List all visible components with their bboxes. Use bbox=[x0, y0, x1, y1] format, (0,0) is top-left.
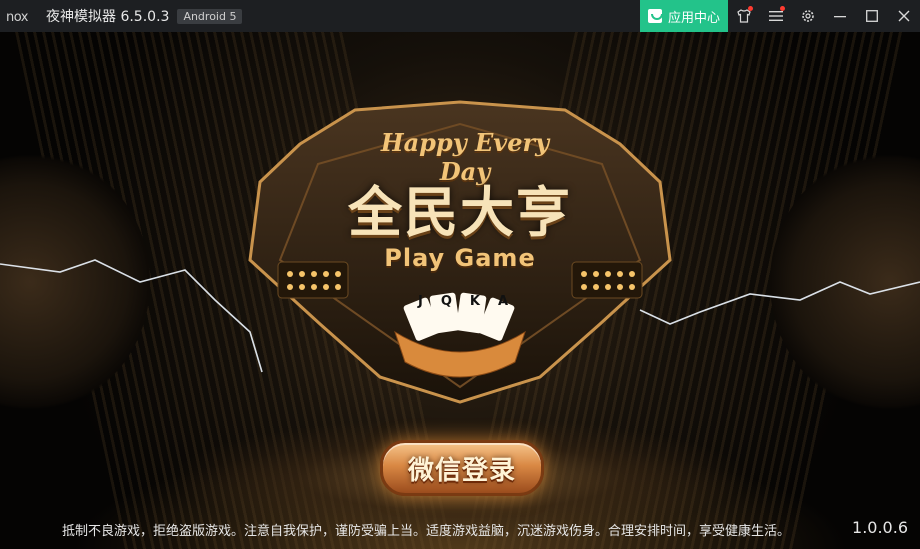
playing-card-labels: J Q K A bbox=[418, 294, 508, 309]
card-a: A bbox=[497, 294, 508, 309]
close-button[interactable] bbox=[888, 0, 920, 32]
minimize-icon bbox=[834, 16, 846, 18]
notification-dot bbox=[780, 6, 785, 11]
skin-button[interactable] bbox=[728, 0, 760, 32]
game-screen[interactable]: Happy Every Day 全民大亨 Play Game J Q K A 微… bbox=[0, 32, 920, 549]
logo-subtitle: Play Game bbox=[384, 244, 536, 272]
lightning-left bbox=[0, 259, 263, 373]
maximize-button[interactable] bbox=[856, 0, 888, 32]
close-icon bbox=[898, 10, 910, 22]
nox-logo-icon: nox bbox=[6, 6, 42, 26]
version-label: 1.0.0.6 bbox=[852, 518, 908, 537]
logo-light-panel-left bbox=[277, 261, 349, 299]
maximize-icon bbox=[866, 10, 878, 22]
health-notice: 抵制不良游戏，拒绝盗版游戏。注意自我保护，谨防受骗上当。适度游戏益脑，沉迷游戏伤… bbox=[62, 524, 791, 539]
logo-title: 全民大亨 bbox=[348, 181, 572, 244]
shopping-bag-icon bbox=[647, 9, 663, 23]
android-version-badge: Android 5 bbox=[177, 8, 243, 24]
notification-dot bbox=[748, 6, 753, 11]
card-q: Q bbox=[440, 294, 452, 309]
menu-button[interactable] bbox=[760, 0, 792, 32]
wechat-login-button[interactable]: 微信登录 bbox=[380, 440, 544, 496]
menu-icon bbox=[769, 11, 783, 21]
emulator-window: nox 夜神模拟器 6.5.0.3 Android 5 应用中心 Happy E… bbox=[0, 0, 920, 549]
app-center-button[interactable]: 应用中心 bbox=[639, 0, 728, 32]
gear-icon bbox=[802, 10, 814, 22]
svg-text:nox: nox bbox=[6, 10, 29, 23]
app-title: 夜神模拟器 6.5.0.3 bbox=[46, 9, 170, 25]
lightning-right bbox=[639, 281, 920, 325]
app-center-label: 应用中心 bbox=[667, 10, 720, 26]
settings-button[interactable] bbox=[792, 0, 824, 32]
card-j: J bbox=[418, 294, 423, 309]
minimize-button[interactable] bbox=[824, 0, 856, 32]
title-bar: nox 夜神模拟器 6.5.0.3 Android 5 应用中心 bbox=[0, 0, 920, 32]
card-k: K bbox=[469, 294, 480, 309]
logo-light-panel-right bbox=[571, 261, 643, 299]
